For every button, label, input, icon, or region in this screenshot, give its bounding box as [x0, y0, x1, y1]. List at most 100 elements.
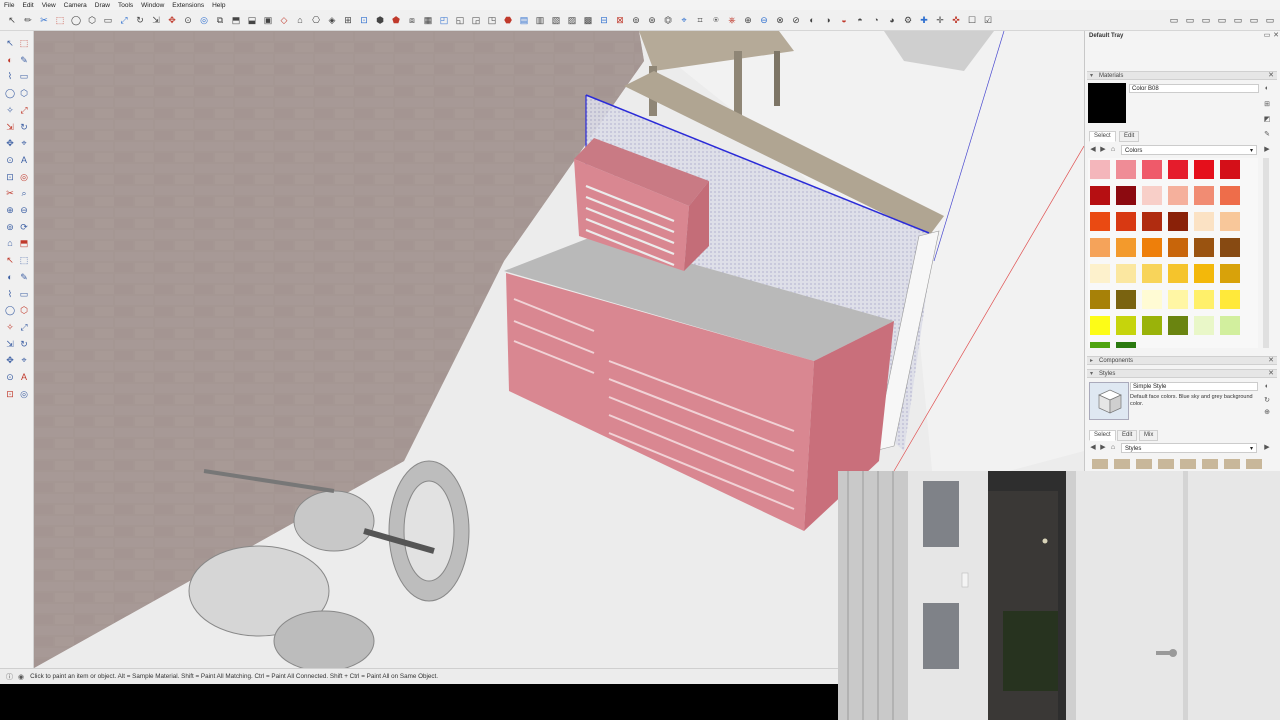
material-swatch[interactable]: [1168, 316, 1188, 335]
materials-tab-select[interactable]: Select: [1089, 131, 1116, 142]
left-tool-icon[interactable]: A: [18, 154, 30, 166]
menu-file[interactable]: File: [4, 2, 14, 9]
material-swatch[interactable]: [1142, 264, 1162, 283]
material-swatch[interactable]: [1220, 186, 1240, 205]
left-tool-icon[interactable]: ⇲: [4, 121, 16, 133]
styles-tab-edit[interactable]: Edit: [1117, 430, 1138, 441]
material-swatch[interactable]: [1194, 316, 1214, 335]
toolbar-tool-icon[interactable]: ⎔: [310, 14, 322, 26]
left-tool-icon[interactable]: ⊚: [4, 221, 16, 233]
material-swatch[interactable]: [1116, 316, 1136, 335]
toolbar-tool-icon[interactable]: ⊖: [758, 14, 770, 26]
left-tool-icon[interactable]: ⊖: [18, 204, 30, 216]
toolbar-tool-icon[interactable]: ⚙: [902, 14, 914, 26]
toolbar-tool-icon[interactable]: ◇: [278, 14, 290, 26]
menu-help[interactable]: Help: [212, 2, 225, 9]
toolbar-tool-icon[interactable]: ⬡: [86, 14, 98, 26]
create-style-icon[interactable]: ⊕: [1263, 409, 1271, 417]
left-tool-icon[interactable]: ⬒: [18, 237, 30, 249]
left-tool-icon[interactable]: ⌖: [18, 354, 30, 366]
toolbar-tool-icon[interactable]: ↻: [134, 14, 146, 26]
material-swatch[interactable]: [1142, 186, 1162, 205]
material-swatch[interactable]: [1090, 316, 1110, 335]
left-tool-icon[interactable]: ◎: [18, 388, 30, 400]
components-close-icon[interactable]: ✕: [1267, 357, 1275, 365]
material-swatch[interactable]: [1116, 186, 1136, 205]
material-swatch[interactable]: [1220, 212, 1240, 231]
close-icon[interactable]: ✕: [1272, 32, 1280, 40]
left-tool-icon[interactable]: ✥: [4, 137, 16, 149]
material-display-toggle-icon[interactable]: ◐: [1263, 85, 1271, 93]
style-thumbnail-item[interactable]: [1180, 459, 1196, 469]
materials-panel-header[interactable]: ▾ Materials: [1087, 71, 1277, 80]
toolbar-tool-icon[interactable]: ✥: [166, 14, 178, 26]
toolbar-tool-icon[interactable]: ◕: [886, 14, 898, 26]
styles-panel-header[interactable]: ▾ Styles: [1087, 369, 1277, 378]
default-material-icon[interactable]: ◩: [1263, 116, 1271, 124]
toolbar-tool-icon[interactable]: ✛: [934, 14, 946, 26]
left-tool-icon[interactable]: ⬚: [18, 37, 30, 49]
left-tool-icon[interactable]: ◎: [18, 171, 30, 183]
toolbar-tool-icon[interactable]: ☑: [982, 14, 994, 26]
left-tool-icon[interactable]: ↻: [18, 121, 30, 133]
styles-tab-mix[interactable]: Mix: [1139, 430, 1159, 441]
menu-view[interactable]: View: [42, 2, 56, 9]
toolbar-tool-icon[interactable]: ◱: [454, 14, 466, 26]
toolbar-tool-icon[interactable]: ⧈: [406, 14, 418, 26]
panel-close-icon[interactable]: ✕: [1267, 72, 1275, 80]
left-tool-icon[interactable]: ⊡: [4, 171, 16, 183]
left-tool-icon[interactable]: ↻: [18, 338, 30, 350]
left-tool-icon[interactable]: ⊡: [4, 388, 16, 400]
toolbar-tool-icon[interactable]: ⏣: [662, 14, 674, 26]
material-swatch[interactable]: [1142, 212, 1162, 231]
view-toggle-icon[interactable]: ▭: [1216, 14, 1228, 26]
material-swatch[interactable]: [1194, 290, 1214, 309]
left-tool-icon[interactable]: ✧: [4, 321, 16, 333]
toolbar-tool-icon[interactable]: ⧉: [214, 14, 226, 26]
components-panel-header[interactable]: ▸ Components: [1087, 356, 1277, 365]
material-swatch[interactable]: [1168, 160, 1188, 179]
styles-back-icon[interactable]: ◀: [1089, 444, 1097, 452]
left-tool-icon[interactable]: ⬚: [18, 254, 30, 266]
material-swatch[interactable]: [1168, 264, 1188, 283]
styles-forward-icon[interactable]: ▶: [1099, 444, 1107, 452]
pin-icon[interactable]: ▭: [1263, 32, 1271, 40]
toolbar-tool-icon[interactable]: ⊛: [646, 14, 658, 26]
toolbar-tool-icon[interactable]: ▩: [582, 14, 594, 26]
left-tool-icon[interactable]: ✎: [18, 54, 30, 66]
back-arrow-icon[interactable]: ◀: [1089, 146, 1097, 154]
left-tool-icon[interactable]: ◐: [4, 271, 16, 283]
material-swatch[interactable]: [1194, 212, 1214, 231]
toolbar-tool-icon[interactable]: ⌗: [694, 14, 706, 26]
toolbar-tool-icon[interactable]: ⬒: [230, 14, 242, 26]
material-swatch[interactable]: [1116, 264, 1136, 283]
toolbar-tool-icon[interactable]: ◑: [822, 14, 834, 26]
toolbar-tool-icon[interactable]: ⍟: [710, 14, 722, 26]
toolbar-tool-icon[interactable]: ▣: [262, 14, 274, 26]
style-collection-dropdown[interactable]: Styles ▾: [1121, 443, 1257, 453]
toolbar-tool-icon[interactable]: ▤: [518, 14, 530, 26]
menu-window[interactable]: Window: [141, 2, 164, 9]
material-swatch[interactable]: [1090, 290, 1110, 309]
style-thumbnail-item[interactable]: [1136, 459, 1152, 469]
material-preview-swatch[interactable]: [1088, 83, 1126, 123]
material-swatch[interactable]: [1220, 238, 1240, 257]
left-tool-icon[interactable]: ⌕: [18, 187, 30, 199]
material-swatch[interactable]: [1090, 264, 1110, 283]
left-tool-icon[interactable]: ⬡: [18, 87, 30, 99]
left-tool-icon[interactable]: ▭: [18, 70, 30, 82]
toolbar-tool-icon[interactable]: ⊕: [742, 14, 754, 26]
toolbar-tool-icon[interactable]: ◰: [438, 14, 450, 26]
create-material-icon[interactable]: ⊞: [1263, 101, 1271, 109]
toolbar-tool-icon[interactable]: ◓: [854, 14, 866, 26]
left-tool-icon[interactable]: ✎: [18, 271, 30, 283]
material-swatch[interactable]: [1116, 212, 1136, 231]
left-tool-icon[interactable]: ✥: [4, 354, 16, 366]
style-name-field[interactable]: Simple Style: [1130, 382, 1258, 391]
left-tool-icon[interactable]: ⇲: [4, 338, 16, 350]
toolbar-tool-icon[interactable]: ⬓: [246, 14, 258, 26]
toolbar-tool-icon[interactable]: ⊘: [790, 14, 802, 26]
style-thumbnail-item[interactable]: [1158, 459, 1174, 469]
material-swatch[interactable]: [1194, 160, 1214, 179]
style-thumbnail-item[interactable]: [1246, 459, 1262, 469]
